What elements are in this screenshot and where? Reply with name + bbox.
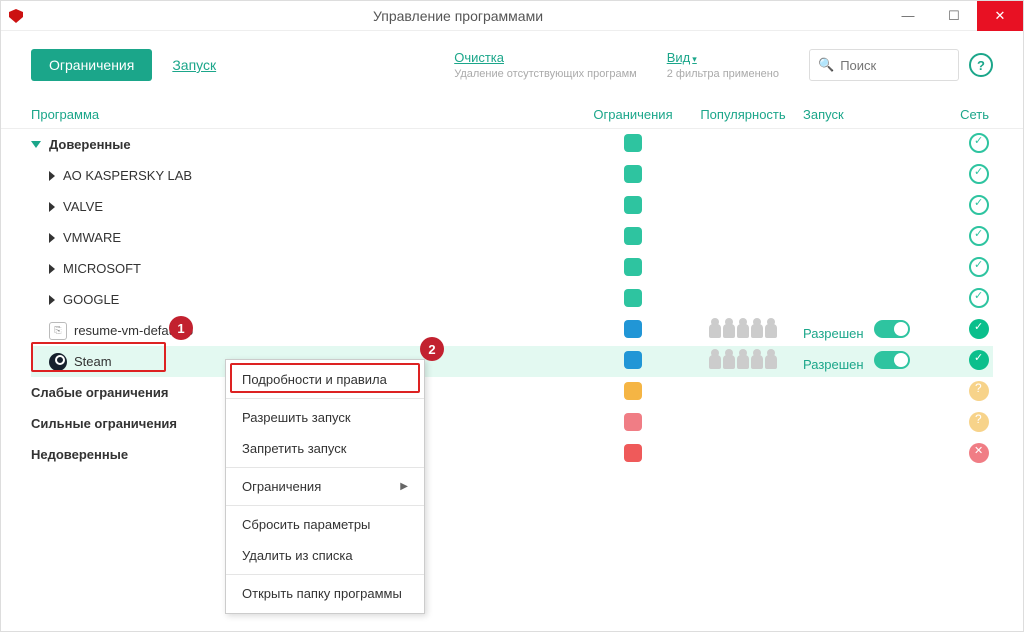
app-row-steam[interactable]: Steam Разрешен <box>31 346 993 377</box>
network-allow-icon[interactable] <box>969 164 989 184</box>
group-label: Слабые ограничения <box>31 385 168 400</box>
network-deny-icon[interactable] <box>969 443 989 463</box>
launch-status: Разрешен <box>803 326 864 341</box>
restriction-icon[interactable] <box>624 320 642 338</box>
restriction-icon[interactable] <box>624 382 642 400</box>
expand-icon[interactable] <box>49 264 55 274</box>
toolbar: Ограничения Запуск Очистка Удаление отсу… <box>1 31 1023 91</box>
app-label: Steam <box>74 354 112 369</box>
restrictions-tab[interactable]: Ограничения <box>31 49 152 81</box>
search-input[interactable] <box>840 58 950 73</box>
restriction-icon[interactable] <box>624 165 642 183</box>
chevron-right-icon: ▶ <box>400 481 408 492</box>
chevron-down-icon: ▾ <box>692 54 697 64</box>
view-label: Вид▾ <box>667 50 779 65</box>
group-strong[interactable]: Сильные ограничения <box>31 408 993 439</box>
close-button[interactable]: ✕ <box>977 1 1023 31</box>
separator <box>226 398 424 399</box>
restriction-icon[interactable] <box>624 134 642 152</box>
expand-icon[interactable] <box>49 233 55 243</box>
popularity-icon <box>683 355 803 369</box>
group-label: Сильные ограничения <box>31 416 177 431</box>
expand-icon[interactable] <box>49 171 55 181</box>
group-untrusted[interactable]: Недоверенные <box>31 439 993 470</box>
group-label: Доверенные <box>49 137 131 152</box>
titlebar: Управление программами — ☐ ✕ <box>1 1 1023 31</box>
cleanup-sub: Удаление отсутствующих программ <box>454 68 637 80</box>
maximize-button[interactable]: ☐ <box>931 1 977 31</box>
context-menu: Подробности и правила Разрешить запуск З… <box>225 359 425 614</box>
launch-tab[interactable]: Запуск <box>172 57 216 73</box>
vendor-row[interactable]: AO KASPERSKY LAB <box>31 160 993 191</box>
cleanup-link[interactable]: Очистка Удаление отсутствующих программ <box>454 50 637 80</box>
restriction-icon[interactable] <box>624 227 642 245</box>
column-headers: Программа Ограничения Популярность Запус… <box>1 91 1023 129</box>
search-icon: 🔍 <box>818 57 834 73</box>
cleanup-label: Очистка <box>454 50 637 65</box>
launch-toggle[interactable] <box>874 320 910 338</box>
separator <box>226 467 424 468</box>
vendor-label: GOOGLE <box>63 292 119 307</box>
col-launch[interactable]: Запуск <box>803 107 923 122</box>
restriction-icon[interactable] <box>624 413 642 431</box>
ctx-reset[interactable]: Сбросить параметры <box>226 509 424 540</box>
network-warn-icon[interactable] <box>969 412 989 432</box>
network-allow-icon[interactable] <box>969 257 989 277</box>
steam-icon <box>49 353 67 371</box>
restriction-icon[interactable] <box>624 444 642 462</box>
network-allow-icon[interactable] <box>969 226 989 246</box>
col-popularity[interactable]: Популярность <box>683 107 803 122</box>
file-icon: ⎘ <box>49 322 67 340</box>
launch-toggle[interactable] <box>874 351 910 369</box>
annotation-badge-1: 1 <box>169 316 193 340</box>
col-network[interactable]: Сеть <box>923 107 993 122</box>
col-program[interactable]: Программа <box>31 107 583 122</box>
minimize-button[interactable]: — <box>885 1 931 31</box>
vendor-label: VALVE <box>63 199 103 214</box>
network-allow-icon[interactable] <box>969 133 989 153</box>
vendor-label: AO KASPERSKY LAB <box>63 168 192 183</box>
help-button[interactable]: ? <box>969 53 993 77</box>
restriction-icon[interactable] <box>624 196 642 214</box>
search-box[interactable]: 🔍 <box>809 49 959 81</box>
separator <box>226 574 424 575</box>
vendor-row[interactable]: VALVE <box>31 191 993 222</box>
collapse-icon[interactable] <box>31 141 41 148</box>
network-allow-icon[interactable] <box>969 195 989 215</box>
vendor-label: MICROSOFT <box>63 261 141 276</box>
network-warn-icon[interactable] <box>969 381 989 401</box>
restriction-icon[interactable] <box>624 258 642 276</box>
restriction-icon[interactable] <box>624 351 642 369</box>
expand-icon[interactable] <box>49 295 55 305</box>
network-allow-icon[interactable] <box>969 350 989 370</box>
vendor-label: VMWARE <box>63 230 121 245</box>
ctx-restrictions[interactable]: Ограничения ▶ <box>226 471 424 502</box>
vendor-row[interactable]: VMWARE <box>31 222 993 253</box>
separator <box>226 505 424 506</box>
vendor-row[interactable]: GOOGLE <box>31 284 993 315</box>
view-sub: 2 фильтра применено <box>667 68 779 80</box>
app-logo-icon <box>1 8 31 24</box>
restriction-icon[interactable] <box>624 289 642 307</box>
ctx-open-folder[interactable]: Открыть папку программы <box>226 578 424 609</box>
col-restrictions[interactable]: Ограничения <box>583 107 683 122</box>
annotation-badge-2: 2 <box>420 337 444 361</box>
group-weak[interactable]: Слабые ограничения <box>31 377 993 408</box>
window-title: Управление программами <box>31 8 885 24</box>
ctx-deny-launch[interactable]: Запретить запуск <box>226 433 424 464</box>
popularity-icon <box>683 324 803 338</box>
network-allow-icon[interactable] <box>969 288 989 308</box>
expand-icon[interactable] <box>49 202 55 212</box>
network-allow-icon[interactable] <box>969 319 989 339</box>
program-tree: Доверенные AO KASPERSKY LAB VALVE VMWARE… <box>1 129 1023 470</box>
group-label: Недоверенные <box>31 447 128 462</box>
group-trusted[interactable]: Доверенные <box>31 129 993 160</box>
ctx-restrictions-label: Ограничения <box>242 479 321 494</box>
ctx-details[interactable]: Подробности и правила <box>226 364 424 395</box>
launch-status: Разрешен <box>803 357 864 372</box>
vendor-row[interactable]: MICROSOFT <box>31 253 993 284</box>
view-link[interactable]: Вид▾ 2 фильтра применено <box>667 50 779 80</box>
ctx-allow-launch[interactable]: Разрешить запуск <box>226 402 424 433</box>
ctx-remove[interactable]: Удалить из списка <box>226 540 424 571</box>
